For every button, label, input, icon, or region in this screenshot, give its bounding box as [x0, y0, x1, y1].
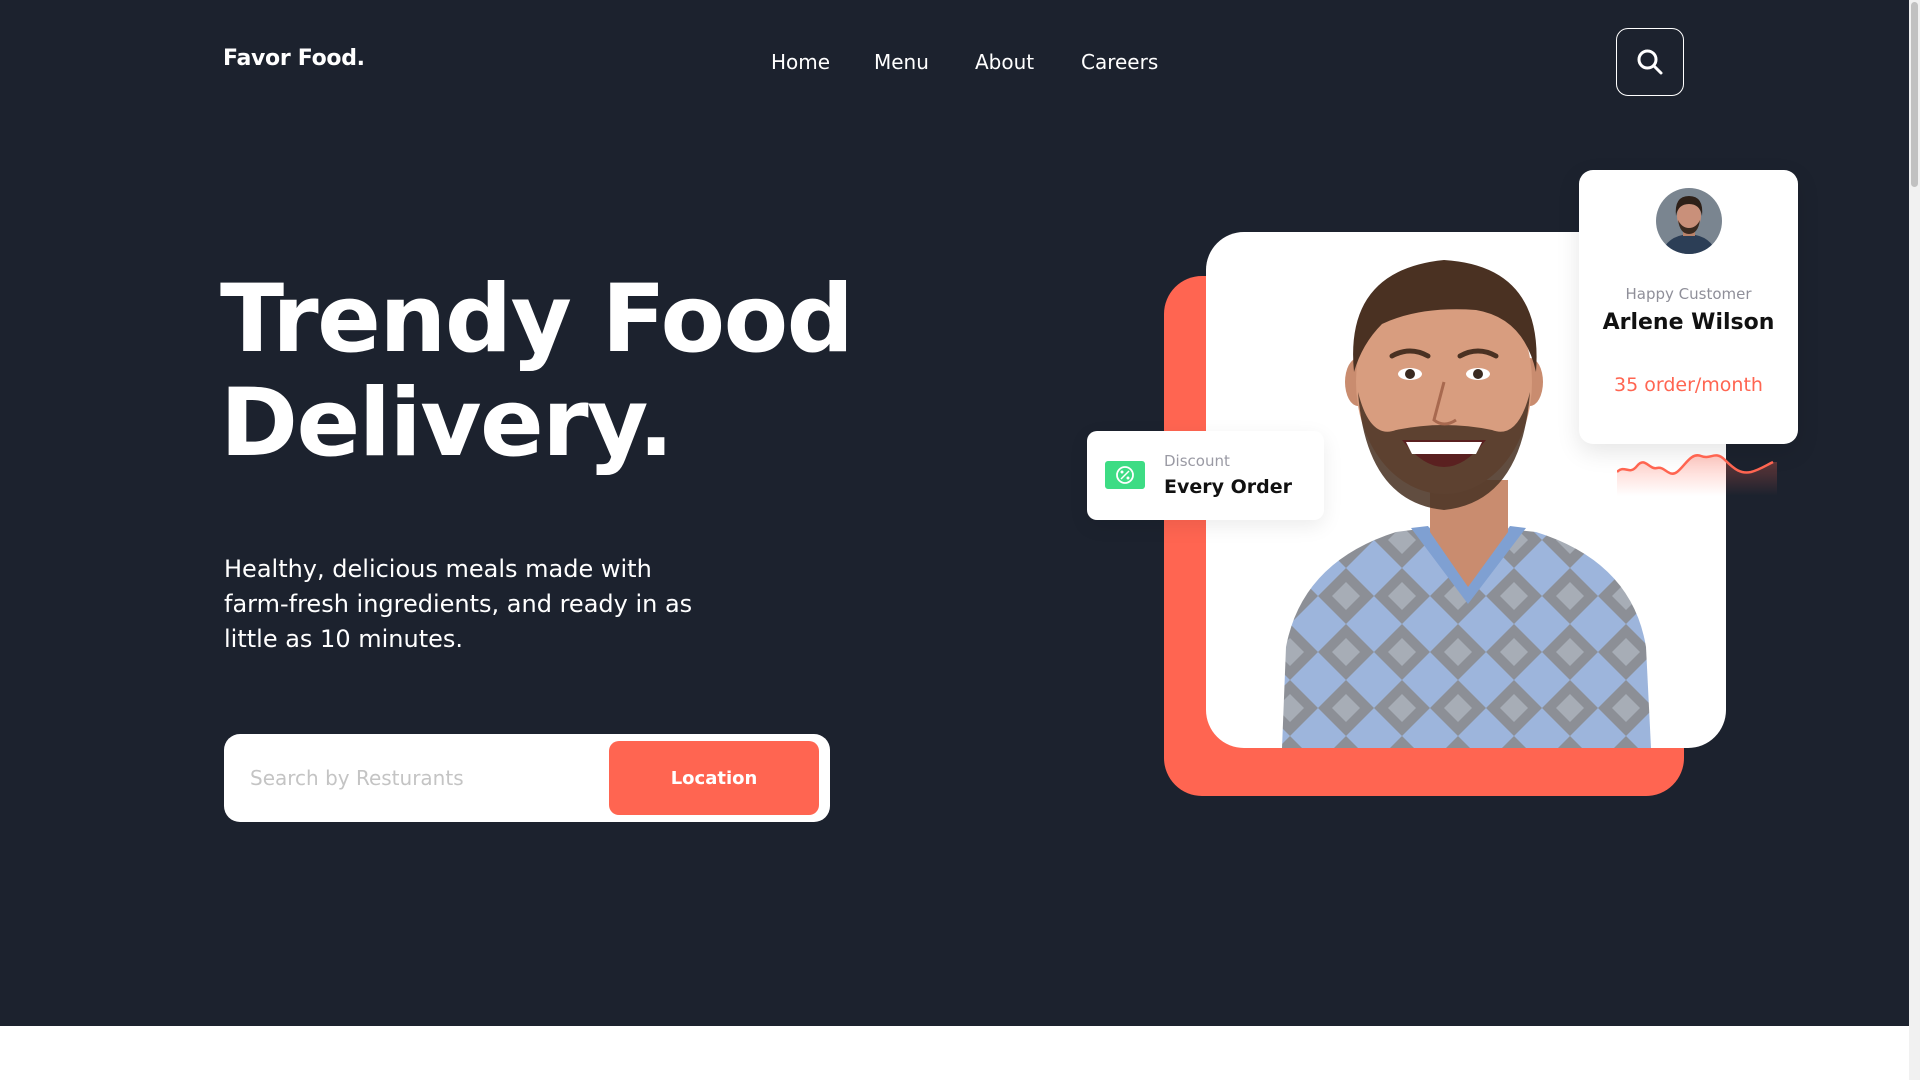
- happy-customer-card: Happy Customer Arlene Wilson 35 order/mo…: [1579, 170, 1798, 444]
- customer-caption: Happy Customer: [1625, 285, 1752, 303]
- headline-line-2: Delivery.: [220, 369, 674, 478]
- nav-careers[interactable]: Careers: [1081, 50, 1158, 74]
- customer-avatar: [1656, 188, 1722, 254]
- page-scrollbar[interactable]: [1909, 0, 1920, 1080]
- nav-about[interactable]: About: [975, 50, 1034, 74]
- nav-home[interactable]: Home: [771, 50, 830, 74]
- header-search-button[interactable]: [1616, 28, 1684, 96]
- headline-line-1: Trendy Food: [220, 265, 854, 374]
- restaurant-search-input[interactable]: [250, 758, 570, 798]
- order-trend-sparkline: [1617, 454, 1777, 496]
- nav-menu[interactable]: Menu: [874, 50, 929, 74]
- hero-description: Healthy, delicious meals made with farm-…: [224, 555, 693, 653]
- discount-card: Discount Every Order: [1087, 431, 1324, 520]
- search-icon: [1637, 49, 1663, 75]
- hero-section: Favor Food. Home Menu About Careers Tren…: [0, 0, 1909, 1026]
- discount-label: Discount: [1164, 452, 1230, 470]
- location-button[interactable]: Location: [609, 741, 819, 815]
- brand-logo[interactable]: Favor Food.: [223, 46, 365, 71]
- restaurant-search-bar: Location: [224, 734, 830, 822]
- hero-headline: Trendy Food Delivery.: [220, 265, 854, 478]
- cash-discount-icon: [1105, 461, 1145, 489]
- customer-orders: 35 order/month: [1614, 374, 1763, 396]
- customer-name: Arlene Wilson: [1602, 310, 1775, 335]
- scrollbar-thumb[interactable]: [1911, 2, 1918, 187]
- discount-value: Every Order: [1164, 476, 1292, 498]
